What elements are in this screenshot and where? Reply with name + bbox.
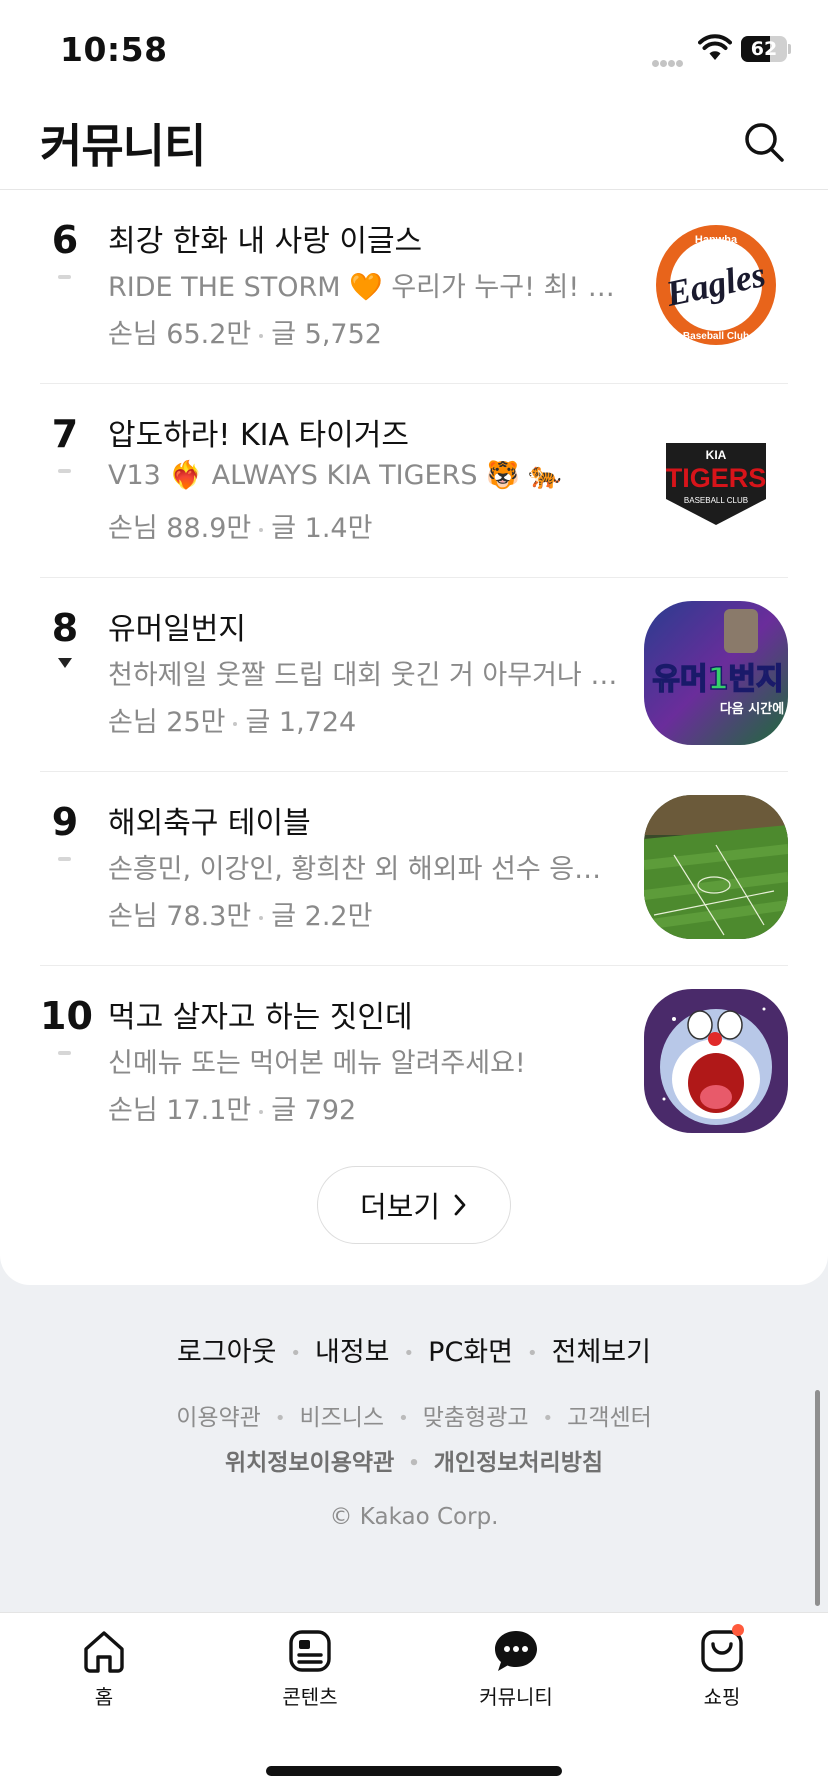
tab-content[interactable]: 콘텐츠: [250, 1627, 370, 1710]
community-description: RIDE THE STORM 🧡 우리가 누구! 최! 강! 한! 화!: [108, 272, 618, 303]
post-count: 글 5,752: [271, 319, 382, 350]
chevron-right-icon: [454, 1194, 466, 1216]
community-title[interactable]: 유머일번지: [108, 604, 628, 648]
view-all-link[interactable]: 전체보기: [552, 1337, 651, 1368]
rank-unchanged-icon: [58, 275, 71, 279]
community-item-6[interactable]: 6 최강 한화 내 사랑 이글스 RIDE THE STORM 🧡 우리가 누구…: [0, 190, 828, 384]
community-title[interactable]: 압도하라! KIA 타이거즈: [108, 410, 628, 454]
community-item-8[interactable]: 8 유머일번지 천하제일 웃짤 드립 대회 웃긴 거 아무거나 다 올려주세요 …: [0, 578, 828, 772]
customer-center-link[interactable]: 고객센터: [567, 1405, 652, 1431]
post-count: 글 1.4만: [271, 513, 373, 544]
scrollbar[interactable]: [815, 1390, 820, 1606]
community-ranking-list: 6 최강 한화 내 사랑 이글스 RIDE THE STORM 🧡 우리가 누구…: [0, 190, 828, 1160]
my-info-link[interactable]: 내정보: [315, 1337, 390, 1368]
tigers-logo-thumbnail[interactable]: KIA TIGERS BASEBALL CLUB: [644, 407, 788, 551]
svg-text:다음 시간에: 다음 시간에: [720, 701, 784, 717]
community-description: 신메뉴 또는 먹어본 메뉴 알려주세요!: [108, 1048, 526, 1079]
community-stats: 손님 78.3만 글 2.2만: [108, 894, 372, 933]
svg-text:TIGERS: TIGERS: [666, 463, 767, 493]
community-stats: 손님 17.1만 글 792: [108, 1088, 356, 1127]
svg-text:Hanwha: Hanwha: [695, 234, 738, 246]
rank-number: 6: [51, 218, 79, 262]
svg-text:Baseball Club: Baseball Club: [683, 331, 749, 342]
eagles-logo-thumbnail[interactable]: Hanwha Eagles Baseball Club: [644, 213, 788, 357]
post-count: 글 2.2만: [271, 901, 373, 932]
soccer-stadium-thumbnail[interactable]: [644, 795, 788, 939]
visitor-count: 손님 65.2만: [108, 319, 252, 350]
tab-label: 콘텐츠: [282, 1685, 338, 1709]
app-header: 커뮤니티: [0, 100, 828, 190]
page-title: 커뮤니티: [40, 119, 206, 173]
footer-secondary-links: 이용약관 • 비즈니스 • 맞춤형광고 • 고객센터: [176, 1405, 652, 1431]
tab-label: 홈: [94, 1685, 114, 1709]
battery-percent: 62: [750, 38, 778, 60]
rank-unchanged-icon: [58, 1051, 71, 1055]
community-item-9[interactable]: 9 해외축구 테이블 손흥민, 이강인, 황희찬 외 해외파 선수 응원 테이블…: [0, 772, 828, 966]
home-icon: [84, 1631, 124, 1673]
home-indicator[interactable]: [266, 1766, 562, 1776]
more-button[interactable]: 더보기: [317, 1166, 511, 1244]
search-icon[interactable]: [742, 120, 786, 164]
tab-community[interactable]: 커뮤니티: [456, 1627, 576, 1710]
humor-show-thumbnail[interactable]: 유머1번지 다음 시간에: [644, 601, 788, 745]
post-count: 글 792: [271, 1095, 357, 1126]
community-description: 손흥민, 이강인, 황희찬 외 해외파 선수 응원 테이블: [108, 854, 618, 885]
terms-link[interactable]: 이용약관: [176, 1405, 261, 1431]
custom-ads-link[interactable]: 맞춤형광고: [423, 1405, 529, 1431]
bottom-tab-bar: 홈 콘텐츠 커뮤니티 쇼핑: [0, 1612, 828, 1792]
wifi-icon: [698, 34, 732, 60]
doraemon-thumbnail[interactable]: [644, 989, 788, 1133]
tab-label: 커뮤니티: [479, 1685, 553, 1709]
location-terms-link[interactable]: 위치정보이용약관: [225, 1450, 394, 1476]
community-stats: 손님 88.9만 글 1.4만: [108, 506, 372, 545]
rank-down-icon: [58, 658, 72, 668]
rank-number: 8: [51, 606, 79, 650]
community-title[interactable]: 먹고 살자고 하는 짓인데: [108, 992, 628, 1036]
community-title[interactable]: 최강 한화 내 사랑 이글스: [108, 216, 628, 260]
rank-unchanged-icon: [58, 857, 71, 861]
privacy-policy-link[interactable]: 개인정보처리방침: [434, 1450, 603, 1476]
chat-bubble-icon: [495, 1631, 537, 1671]
tab-label: 쇼핑: [703, 1685, 741, 1709]
svg-text:BASEBALL CLUB: BASEBALL CLUB: [684, 496, 748, 505]
svg-text:KIA: KIA: [706, 448, 727, 462]
more-button-label: 더보기: [359, 1190, 441, 1224]
content-icon: [289, 1630, 331, 1672]
visitor-count: 손님 78.3만: [108, 901, 252, 932]
tab-shopping[interactable]: 쇼핑: [662, 1624, 782, 1710]
community-description: 천하제일 웃짤 드립 대회 웃긴 거 아무거나 다 올려주세요: [108, 660, 618, 691]
community-item-7[interactable]: 7 압도하라! KIA 타이거즈 V13 ❤️‍🔥 ALWAYS KIA TIG…: [0, 384, 828, 578]
rank-number: 10: [40, 994, 93, 1038]
svg-text:유머1번지: 유머1번지: [652, 662, 783, 697]
tab-home[interactable]: 홈: [44, 1627, 164, 1710]
status-bar: 10:58 62: [0, 0, 828, 100]
post-count: 글 1,724: [245, 707, 357, 738]
logout-link[interactable]: 로그아웃: [177, 1337, 276, 1368]
visitor-count: 손님 17.1만: [108, 1095, 252, 1126]
pc-view-link[interactable]: PC화면: [428, 1337, 513, 1368]
community-stats: 손님 65.2만 글 5,752: [108, 312, 382, 351]
rank-number: 7: [51, 412, 79, 456]
community-description: V13 ❤️‍🔥 ALWAYS KIA TIGERS 🐯 🐅: [108, 460, 562, 491]
cellular-signal-icon: [652, 52, 690, 67]
status-time: 10:58: [60, 30, 168, 69]
battery-indicator: 62: [741, 36, 791, 62]
rank-number: 9: [51, 800, 79, 844]
community-stats: 손님 25만 글 1,724: [108, 700, 356, 739]
community-item-10[interactable]: 10 먹고 살자고 하는 짓인데 신메뉴 또는 먹어본 메뉴 알려주세요! 손님…: [0, 966, 828, 1160]
visitor-count: 손님 88.9만: [108, 513, 252, 544]
footer-primary-links: 로그아웃 • 내정보 • PC화면 • 전체보기: [177, 1337, 651, 1368]
rank-unchanged-icon: [58, 469, 71, 473]
business-link[interactable]: 비즈니스: [299, 1405, 384, 1431]
footer-policy-links: 위치정보이용약관 • 개인정보처리방침: [224, 1450, 604, 1476]
visitor-count: 손님 25만: [108, 707, 226, 738]
community-title[interactable]: 해외축구 테이블: [108, 798, 628, 842]
copyright-text: © Kakao Corp.: [329, 1504, 499, 1530]
notification-dot: [732, 1624, 744, 1636]
